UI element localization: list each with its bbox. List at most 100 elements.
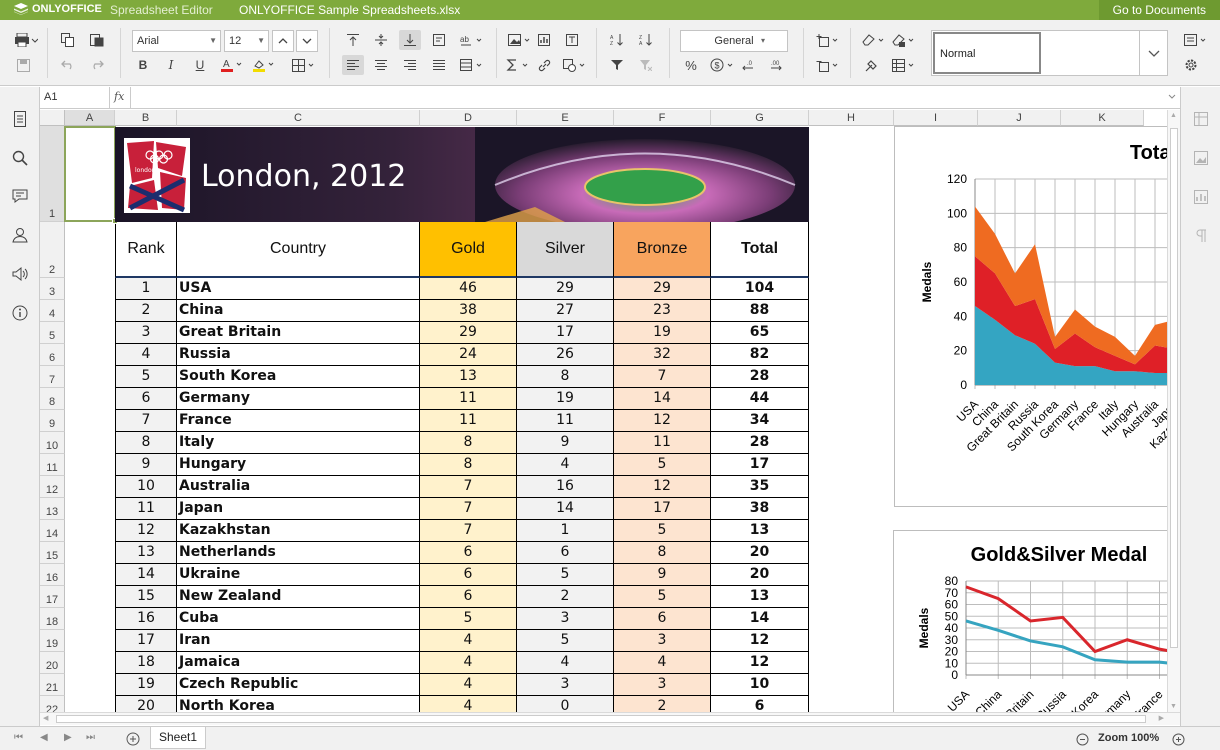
cell-total[interactable]: 44 [711, 388, 809, 410]
cell-rank[interactable]: 20 [115, 696, 177, 712]
cell-bronze[interactable]: 12 [614, 476, 711, 498]
table-template-button[interactable] [890, 55, 918, 75]
cell-total[interactable]: 14 [711, 608, 809, 630]
align-bottom-button[interactable] [399, 30, 421, 50]
cell-country[interactable]: Germany [177, 388, 420, 410]
row-header-14[interactable]: 14 [40, 520, 65, 542]
cell-total[interactable]: 13 [711, 520, 809, 542]
cell-gold[interactable]: 38 [420, 300, 517, 322]
vertical-scroll-thumb[interactable] [1170, 128, 1178, 648]
zoom-out-icon[interactable] [1076, 733, 1089, 746]
header-gold[interactable]: Gold [420, 222, 517, 278]
cell-total[interactable]: 28 [711, 366, 809, 388]
fill-color-button[interactable] [250, 55, 278, 75]
go-to-documents-button[interactable]: Go to Documents [1098, 0, 1220, 20]
cell-total[interactable]: 17 [711, 454, 809, 476]
cell-country[interactable]: Czech Republic [177, 674, 420, 696]
column-header-e[interactable]: E [517, 110, 614, 126]
row-header-20[interactable]: 20 [40, 652, 65, 674]
cell-country[interactable]: Kazakhstan [177, 520, 420, 542]
cell-country[interactable]: Cuba [177, 608, 420, 630]
number-format-select[interactable]: General ▾ [680, 30, 788, 52]
align-center-button[interactable] [370, 55, 392, 75]
paragraph-settings-button[interactable] [1194, 229, 1208, 243]
cell-total[interactable]: 13 [711, 586, 809, 608]
cell-rank[interactable]: 18 [115, 652, 177, 674]
cell-total[interactable]: 35 [711, 476, 809, 498]
cell-gold[interactable]: 7 [420, 498, 517, 520]
cell-rank[interactable]: 19 [115, 674, 177, 696]
cell-country[interactable]: South Korea [177, 366, 420, 388]
add-sheet-icon[interactable] [126, 732, 140, 746]
cell-bronze[interactable]: 23 [614, 300, 711, 322]
row-header-6[interactable]: 6 [40, 344, 65, 366]
column-header-a[interactable]: A [65, 110, 115, 126]
scroll-up-icon[interactable]: ▲ [1170, 112, 1177, 119]
cell-silver[interactable]: 14 [517, 498, 614, 520]
cell-rank[interactable]: 13 [115, 542, 177, 564]
cell-rank[interactable]: 6 [115, 388, 177, 410]
cell-rank[interactable]: 4 [115, 344, 177, 366]
vertical-scrollbar[interactable]: ▲ ▼ [1167, 110, 1180, 712]
insert-shape-button[interactable] [561, 55, 589, 75]
zoom-in-icon[interactable] [1172, 733, 1185, 746]
cell-silver[interactable]: 27 [517, 300, 614, 322]
cell-silver[interactable]: 8 [517, 366, 614, 388]
insert-chart-button[interactable] [533, 30, 555, 50]
header-total[interactable]: Total [711, 222, 809, 278]
decrease-decimal-button[interactable]: .0 [738, 55, 760, 75]
comments-button[interactable] [11, 187, 29, 205]
chevron-down-icon[interactable] [1168, 94, 1176, 99]
cell-gold[interactable]: 6 [420, 542, 517, 564]
file-button[interactable] [11, 110, 29, 128]
cell-gold[interactable]: 5 [420, 608, 517, 630]
last-sheet-icon[interactable]: ⏭ [86, 732, 95, 743]
cell-total[interactable]: 104 [711, 278, 809, 300]
cell-rank[interactable]: 9 [115, 454, 177, 476]
header-rank[interactable]: Rank [115, 222, 177, 278]
header-country[interactable]: Country [177, 222, 420, 278]
delete-cells-button[interactable] [814, 55, 842, 75]
cell-bronze[interactable]: 3 [614, 630, 711, 652]
image-settings-button[interactable] [1194, 151, 1208, 165]
print-button[interactable] [12, 30, 40, 50]
row-header-3[interactable]: 3 [40, 278, 65, 300]
cell-country[interactable]: Australia [177, 476, 420, 498]
bold-button[interactable]: B [132, 55, 154, 75]
chat-button[interactable] [11, 226, 29, 244]
cell-silver[interactable]: 5 [517, 630, 614, 652]
row-header-21[interactable]: 21 [40, 674, 65, 696]
cell-bronze[interactable]: 11 [614, 432, 711, 454]
scroll-down-icon[interactable]: ▼ [1170, 703, 1177, 710]
copy-style-button[interactable] [860, 55, 882, 75]
insert-hyperlink-button[interactable] [533, 55, 555, 75]
cell-gold[interactable]: 7 [420, 476, 517, 498]
cell-bronze[interactable]: 5 [614, 520, 711, 542]
row-header-16[interactable]: 16 [40, 564, 65, 586]
paste-button[interactable] [86, 30, 108, 50]
cell-bronze[interactable]: 14 [614, 388, 711, 410]
cell-country[interactable]: Ukraine [177, 564, 420, 586]
cell-total[interactable]: 38 [711, 498, 809, 520]
cell-gold[interactable]: 13 [420, 366, 517, 388]
cell-rank[interactable]: 14 [115, 564, 177, 586]
cell-silver[interactable]: 3 [517, 674, 614, 696]
row-header-18[interactable]: 18 [40, 608, 65, 630]
column-header-c[interactable]: C [177, 110, 420, 126]
text-orientation-button[interactable]: ab [458, 30, 486, 50]
cell-gold[interactable]: 11 [420, 410, 517, 432]
increase-font-button[interactable] [272, 30, 294, 52]
borders-button[interactable] [290, 55, 318, 75]
cell-country[interactable]: Jamaica [177, 652, 420, 674]
shape-settings-button[interactable] [1194, 190, 1208, 204]
cell-silver[interactable]: 9 [517, 432, 614, 454]
cell-bronze[interactable]: 7 [614, 366, 711, 388]
row-header-19[interactable]: 19 [40, 630, 65, 652]
column-header-g[interactable]: G [711, 110, 809, 126]
cell-country[interactable]: Netherlands [177, 542, 420, 564]
row-header-5[interactable]: 5 [40, 322, 65, 344]
styles-expand-button[interactable] [1139, 31, 1167, 75]
wrap-text-button[interactable] [428, 30, 450, 50]
cell-rank[interactable]: 1 [115, 278, 177, 300]
prev-sheet-icon[interactable]: ◀ [40, 732, 48, 743]
